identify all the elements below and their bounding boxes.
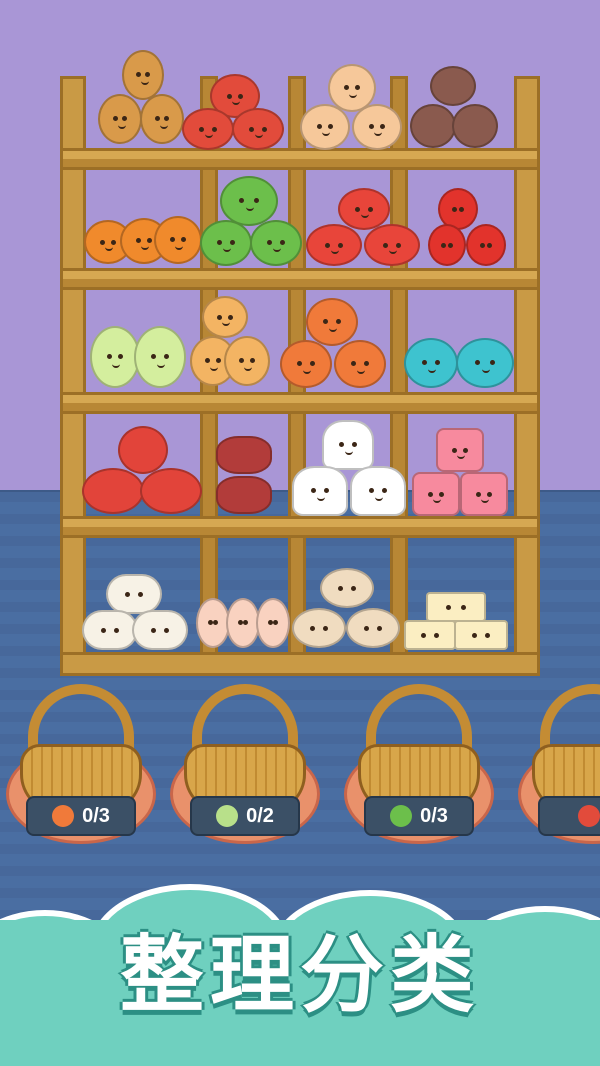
jelly-cube-stack[interactable] — [412, 428, 512, 518]
clam-stack[interactable] — [292, 568, 402, 650]
basket-2[interactable]: 0/2 — [170, 684, 320, 844]
shelf-board — [60, 392, 540, 414]
broccoli-icon — [390, 805, 413, 827]
basket-count: 0/3 — [82, 804, 110, 827]
basket-count: 0/3 — [420, 804, 448, 827]
basket-4[interactable] — [518, 684, 600, 844]
basket-counter: 0/3 — [364, 796, 474, 836]
potato-stack[interactable] — [96, 50, 186, 150]
basket-3[interactable]: 0/3 — [344, 684, 494, 844]
octopus-stack[interactable] — [280, 298, 388, 390]
shelf-board — [60, 268, 540, 290]
onigiri-stack[interactable] — [292, 420, 408, 516]
basket-1[interactable]: 0/3 — [6, 684, 156, 844]
cabbage-stack[interactable] — [90, 326, 190, 390]
shrimp-stack[interactable] — [82, 426, 206, 516]
octopus-icon — [52, 805, 75, 827]
broccoli-stack[interactable] — [200, 176, 304, 268]
basket-count: 0/2 — [246, 804, 274, 827]
tomato-stack[interactable] — [182, 74, 286, 150]
cabbage-icon — [216, 805, 239, 827]
basket-counter — [538, 796, 600, 836]
game-title: 整理分类 — [119, 926, 480, 1024]
mushroom-stack[interactable] — [410, 66, 500, 150]
onion-stack[interactable] — [300, 52, 406, 150]
shelf-base — [60, 652, 540, 676]
chili-stack[interactable] — [428, 188, 508, 268]
egg-stack[interactable] — [196, 598, 292, 650]
shelf-board — [60, 148, 540, 170]
tomato-icon — [578, 805, 600, 827]
crab-stack[interactable] — [306, 188, 422, 268]
sushi-roll-stack[interactable] — [82, 574, 192, 650]
shelf-board — [60, 516, 540, 538]
basket-counter: 0/2 — [190, 796, 300, 836]
pufferfish-stack[interactable] — [404, 336, 516, 390]
tofu-stack[interactable] — [404, 592, 508, 650]
carrot-stack[interactable] — [84, 210, 204, 266]
basket-counter: 0/3 — [26, 796, 136, 836]
ginger-stack[interactable] — [190, 296, 274, 390]
meat-stack[interactable] — [204, 436, 280, 516]
